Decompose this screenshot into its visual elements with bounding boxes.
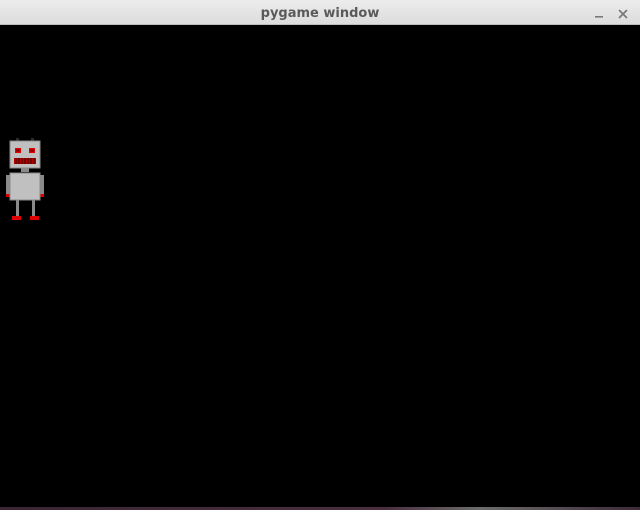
window-titlebar[interactable]: pygame window	[0, 0, 640, 25]
robot-sprite	[6, 138, 44, 220]
close-button[interactable]	[616, 6, 630, 20]
close-icon	[618, 9, 628, 19]
window-title: pygame window	[260, 6, 380, 21]
game-canvas[interactable]	[0, 25, 640, 507]
minimize-button[interactable]	[592, 6, 606, 20]
pygame-window: pygame window	[0, 0, 640, 507]
minimize-icon	[595, 16, 603, 18]
